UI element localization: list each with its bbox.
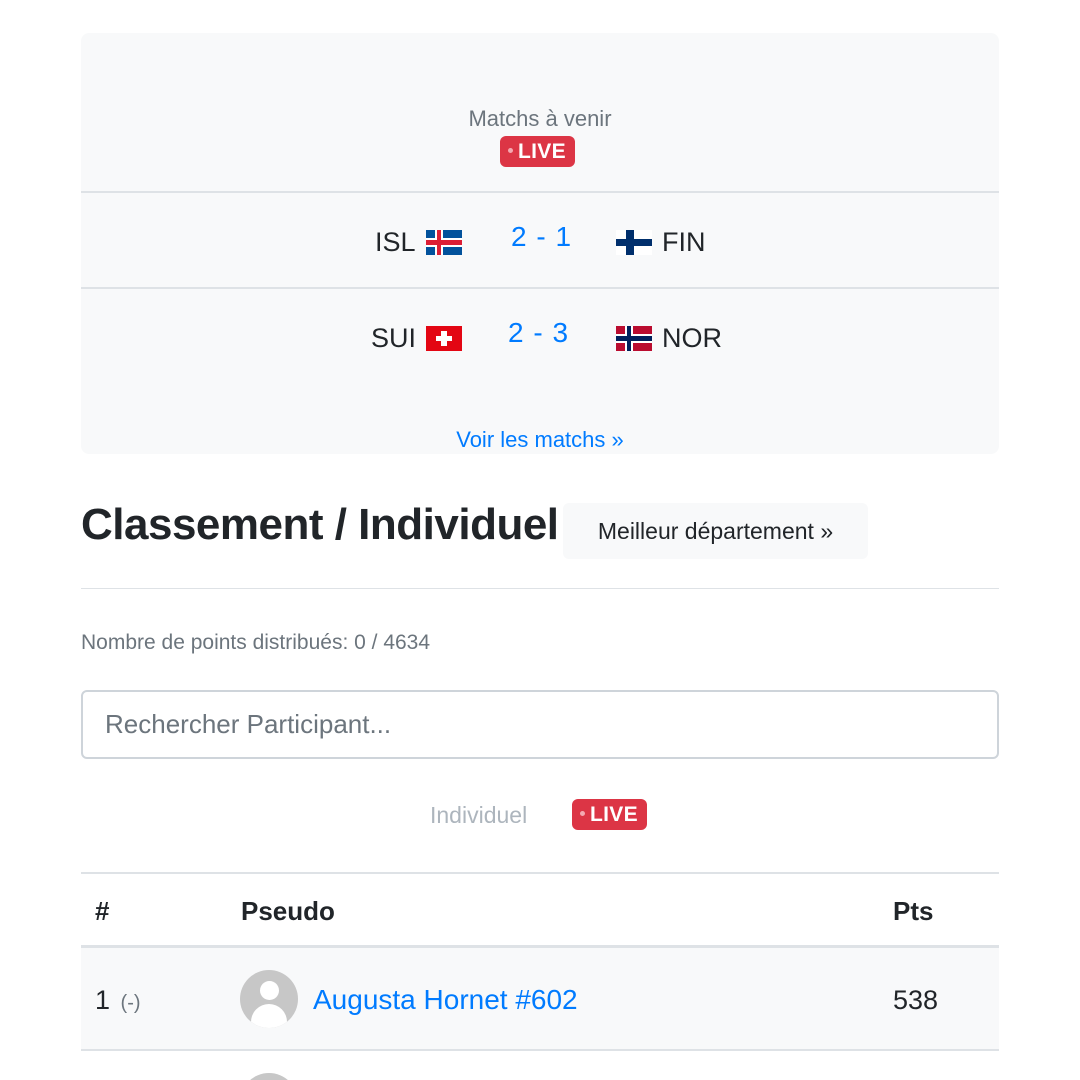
- match-row[interactable]: SUI 2 - 3 NOR: [81, 287, 999, 382]
- table-row: 1 (-) Augusta Hornet #602 538: [81, 948, 999, 1051]
- points-distributed-text: Nombre de points distribués: 0 / 4634: [81, 631, 431, 654]
- search-participant-input[interactable]: [81, 690, 999, 759]
- table-header: # Pseudo Pts: [81, 872, 999, 948]
- column-pseudo: Pseudo: [241, 896, 335, 926]
- rank-change: (-): [120, 992, 141, 1014]
- participant-link[interactable]: Augusta Hornet #602: [313, 984, 578, 1016]
- best-department-button[interactable]: Meilleur département »: [563, 503, 868, 559]
- match-score[interactable]: 2 - 3: [508, 317, 569, 349]
- user-avatar-icon: [240, 970, 298, 1028]
- norway-flag-icon: [616, 326, 652, 351]
- see-matches-link[interactable]: Voir les matchs »: [81, 427, 999, 453]
- away-team-code: NOR: [662, 323, 722, 353]
- points-cell: 538: [893, 985, 939, 1015]
- match-row[interactable]: ISL 2 - 1 FIN: [81, 191, 999, 286]
- home-team-code: ISL: [375, 227, 416, 257]
- page-title: Classement / Individuel: [81, 500, 559, 549]
- away-team-code: FIN: [662, 227, 706, 257]
- away-team: FIN: [616, 227, 706, 258]
- tab-individuel[interactable]: Individuel: [430, 802, 527, 829]
- live-dot-icon: [580, 810, 585, 816]
- home-team: SUI: [371, 323, 463, 354]
- upcoming-matches-title: Matchs à venir: [468, 106, 612, 131]
- home-team: ISL: [375, 227, 462, 258]
- divider: [81, 588, 999, 589]
- rank-number: 1: [95, 985, 111, 1015]
- rank-cell: 1 (-): [95, 985, 141, 1016]
- column-rank: #: [95, 896, 110, 926]
- home-team-code: SUI: [371, 323, 417, 353]
- live-badge-label: LIVE: [590, 803, 638, 826]
- switzerland-flag-icon: [426, 326, 463, 351]
- tab-live-badge[interactable]: LIVE: [572, 799, 647, 830]
- live-badge: LIVE: [500, 136, 575, 167]
- ranking-table: # Pseudo Pts 1 (-) Augusta Hornet #602 5…: [81, 872, 999, 1051]
- match-score[interactable]: 2 - 1: [511, 221, 572, 253]
- column-pts: Pts: [893, 896, 934, 926]
- away-team: NOR: [616, 323, 722, 354]
- upcoming-matches-card: Matchs à venir LIVE ISL 2 - 1 FIN SUI 2 …: [81, 33, 999, 454]
- live-badge-label: LIVE: [518, 140, 566, 163]
- live-dot-icon: [508, 147, 513, 153]
- iceland-flag-icon: [425, 230, 462, 255]
- user-avatar-icon: [240, 1073, 298, 1080]
- finland-flag-icon: [616, 230, 652, 255]
